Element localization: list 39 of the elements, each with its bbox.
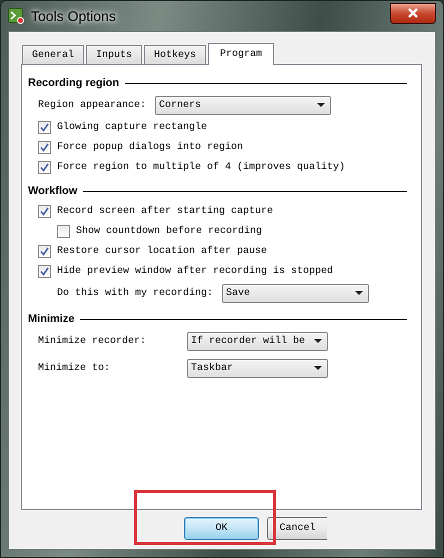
section-heading: Workflow [28,185,78,197]
dropdown[interactable]: Corners [155,96,332,114]
section-heading: Recording region [28,77,120,89]
checkbox-label: Glowing capture rectangle [57,122,208,132]
close-button[interactable] [390,2,436,24]
close-icon [407,8,419,18]
caret-icon [314,366,322,370]
field-label: Minimize recorder: [38,336,148,346]
dropdown[interactable]: If recorder will be [187,332,328,350]
caret-icon [314,339,322,343]
checkbox[interactable] [38,160,51,174]
dialog-button[interactable]: OK [184,517,259,540]
tab[interactable]: Inputs [86,45,142,64]
checkbox-label: Hide preview window after recording is stopped [57,266,334,276]
dropdown[interactable]: Taskbar [187,358,328,378]
tab[interactable]: Hotkeys [144,45,206,64]
section-heading: Minimize [28,313,74,325]
dropdown[interactable]: Save [222,284,370,302]
field-label: Do this with my recording: [57,288,214,298]
tab[interactable]: General [22,45,84,64]
checkbox[interactable] [38,264,51,278]
checkbox-label: Force popup dialogs into region [57,142,244,152]
checkbox-label: Record screen after starting capture [57,206,274,216]
checkbox[interactable] [57,224,70,238]
caret-icon [317,103,326,107]
checkbox[interactable] [38,244,51,258]
tab[interactable]: Program [208,43,274,65]
caret-icon [355,291,364,295]
checkbox-label: Show countdown before recording [76,226,262,236]
checkbox-label: Force region to multiple of 4 (improves quality) [57,162,346,172]
field-label: Region appearance: [38,100,146,110]
window-title: Tools Options [31,8,116,24]
checkbox[interactable] [38,204,51,218]
checkbox-label: Restore cursor location after pause [57,246,268,256]
app-icon [8,8,24,24]
checkbox[interactable] [38,140,51,154]
checkbox[interactable] [38,120,51,134]
dialog-button[interactable]: Cancel [267,517,327,540]
field-label: Minimize to: [38,362,112,374]
